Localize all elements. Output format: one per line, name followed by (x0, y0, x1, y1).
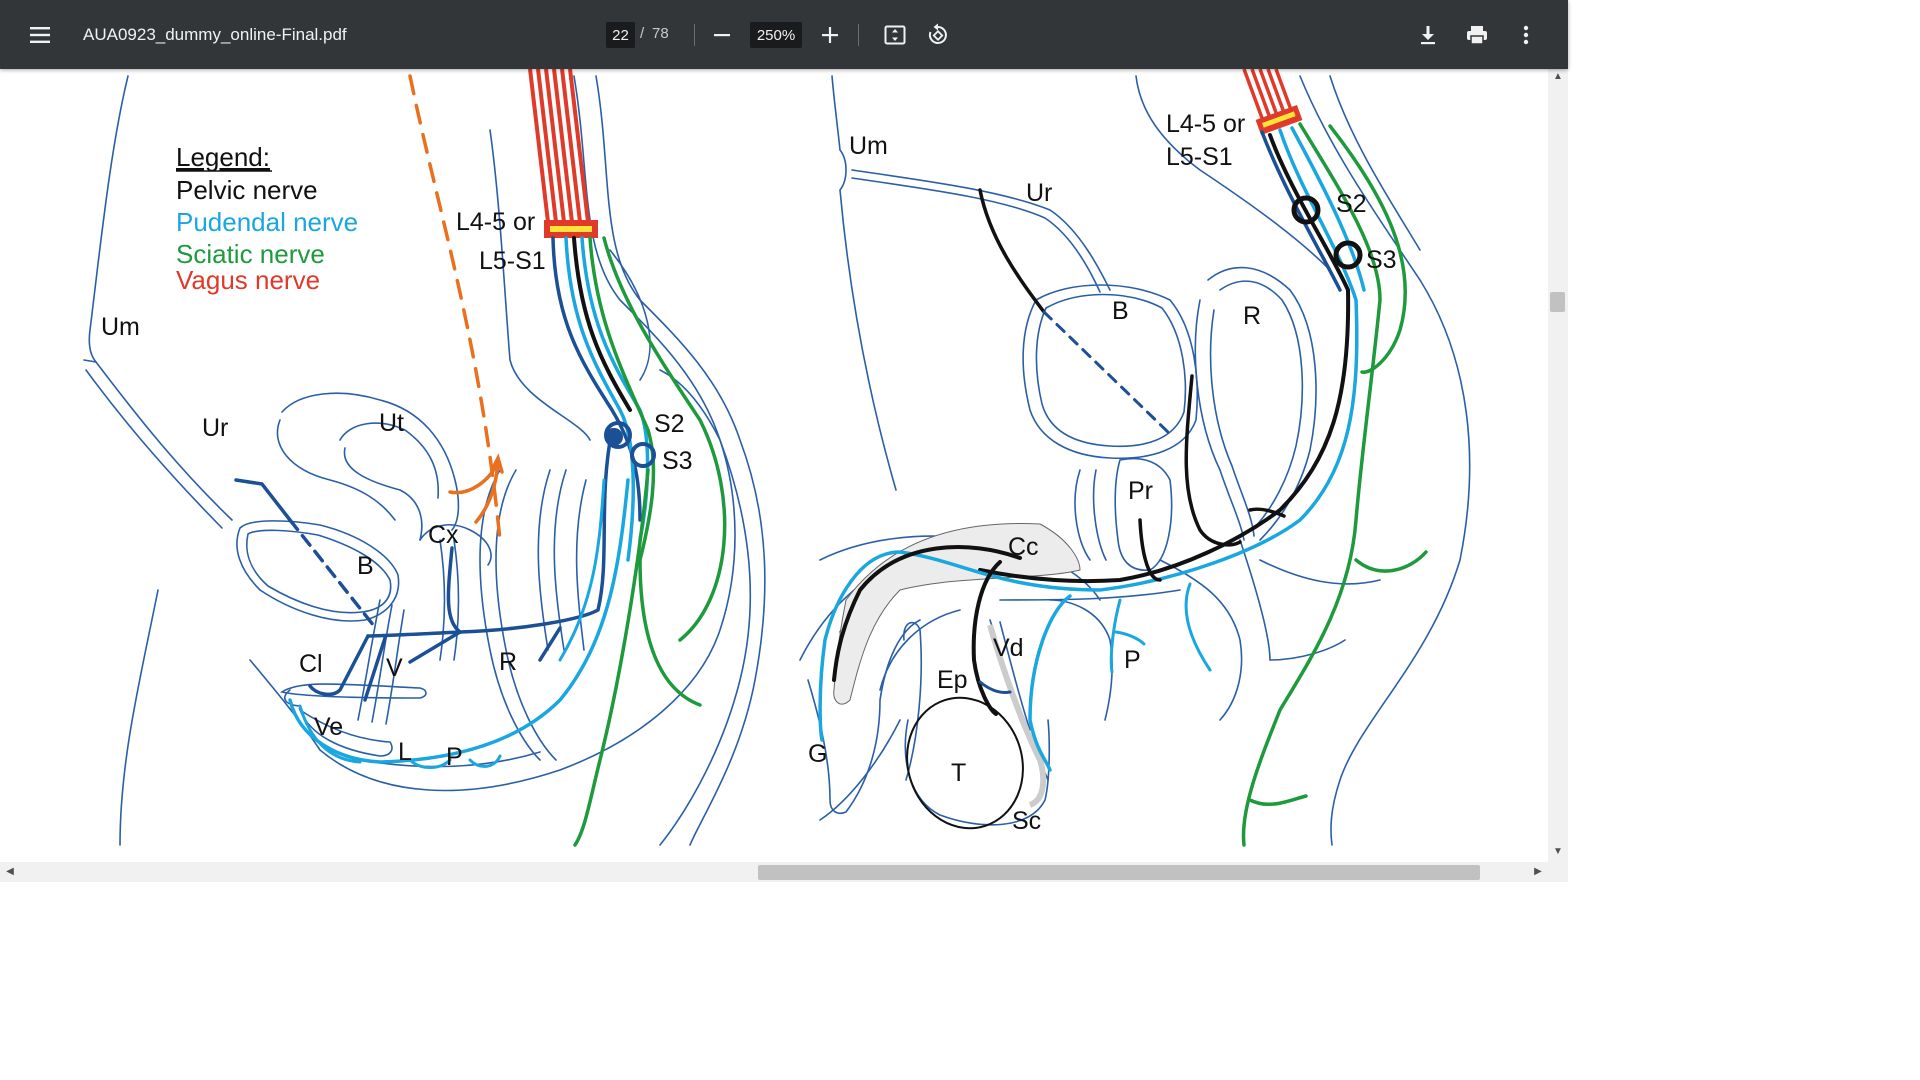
label-b: B (357, 552, 374, 580)
label-b: B (1112, 297, 1129, 325)
legend-item-pelvic: Pelvic nerve (176, 175, 318, 205)
label-cl: Cl (299, 650, 323, 678)
zoom-level-input[interactable]: 250% (750, 22, 802, 48)
label-vd: Vd (993, 634, 1024, 662)
label-level-line1: L4-5 or (456, 208, 535, 236)
vertical-scrollbar[interactable] (1548, 69, 1568, 862)
label-um: Um (101, 313, 140, 341)
scroll-up-arrow-icon[interactable]: ▲ (1550, 71, 1566, 82)
pdf-page-view[interactable]: Legend: Pelvic nerve Pudendal nerve Scia… (0, 69, 1548, 862)
label-cx: Cx (428, 521, 459, 549)
legend-item-pudendal: Pudendal nerve (176, 207, 358, 237)
scroll-down-arrow-icon[interactable]: ▼ (1550, 846, 1566, 857)
female-orange-dashed (408, 74, 504, 542)
toolbar-divider (858, 24, 859, 46)
legend-item-vagus: Vagus nerve (176, 265, 320, 295)
label-cc: Cc (1008, 533, 1039, 561)
horizontal-scroll-thumb[interactable] (758, 865, 1480, 880)
label-ep: Ep (937, 666, 968, 694)
label-r: R (1243, 302, 1261, 330)
legend-heading: Legend: (176, 142, 270, 172)
label-s2: S2 (1336, 190, 1367, 218)
more-vertical-icon[interactable] (1508, 17, 1544, 53)
label-um: Um (849, 132, 888, 160)
legend: Legend: Pelvic nerve Pudendal nerve Scia… (176, 142, 358, 295)
page-total: 78 (652, 25, 669, 42)
fit-to-page-icon[interactable] (877, 17, 913, 53)
scroll-right-arrow-icon[interactable]: ▶ (1530, 866, 1546, 877)
male-vagus-bundle (1242, 69, 1303, 136)
label-t: T (951, 759, 966, 787)
minus-icon[interactable] (704, 17, 740, 53)
label-g: G (808, 740, 827, 768)
label-ve: Ve (314, 713, 343, 741)
vertical-scroll-thumb[interactable] (1550, 292, 1565, 312)
toolbar-divider (694, 24, 695, 46)
label-level-line2: L5-S1 (1166, 143, 1233, 171)
hamburger-menu-icon[interactable] (23, 17, 59, 53)
pdf-toolbar: AUA0923_dummy_online-Final.pdf 22 / 78 2… (0, 0, 1568, 69)
rotate-icon[interactable] (920, 17, 956, 53)
label-s3: S3 (1366, 246, 1397, 274)
download-icon[interactable] (1410, 17, 1446, 53)
label-s2: S2 (654, 410, 685, 438)
scrollbar-corner (1548, 862, 1568, 882)
label-l: L (398, 738, 412, 766)
page-separator: / (640, 25, 645, 42)
female-vagus-bundle (528, 69, 598, 238)
label-r: R (499, 648, 517, 676)
male-anatomy-outline (799, 75, 1471, 846)
plus-icon[interactable] (812, 17, 848, 53)
scroll-left-arrow-icon[interactable]: ◀ (2, 866, 18, 877)
label-s3: S3 (662, 447, 693, 475)
label-ur: Ur (1026, 179, 1052, 207)
label-p: P (1124, 646, 1141, 674)
label-level-line1: L4-5 or (1166, 110, 1245, 138)
label-p: P (446, 743, 463, 771)
page-number-input[interactable]: 22 (606, 22, 635, 48)
label-ut: Ut (379, 409, 404, 437)
document-title: AUA0923_dummy_online-Final.pdf (83, 25, 347, 44)
label-sc: Sc (1012, 807, 1041, 835)
label-pr: Pr (1128, 477, 1153, 505)
anatomy-figure: Legend: Pelvic nerve Pudendal nerve Scia… (83, 69, 1471, 847)
print-icon[interactable] (1459, 17, 1495, 53)
label-v: V (386, 654, 403, 682)
label-ur: Ur (202, 414, 228, 442)
label-level-line2: L5-S1 (479, 247, 546, 275)
